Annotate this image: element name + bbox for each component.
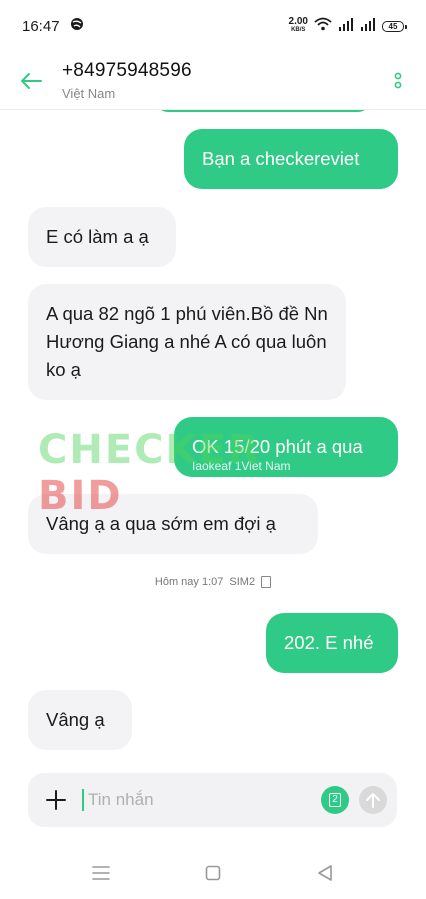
menu-icon (92, 865, 110, 880)
app-notification-icon (70, 17, 84, 35)
message-text: 202. E nhé (284, 632, 374, 653)
arrow-left-icon (21, 72, 42, 89)
message-input-wrap (82, 789, 321, 811)
back-button[interactable] (0, 52, 62, 110)
message-bubble-outgoing[interactable]: OK 15/20 phút a qua Iaokeaf 1Viet Nam (174, 417, 398, 477)
message-text: OK 15/20 phút a qua (192, 436, 363, 457)
message-subtext: Iaokeaf 1Viet Nam (192, 459, 291, 473)
message-text: Bạn a checkereviet (202, 148, 360, 169)
sim-select-button[interactable]: 2 (321, 786, 349, 814)
arrow-up-icon (366, 793, 380, 808)
square-icon (205, 865, 221, 880)
plus-icon (46, 790, 66, 810)
network-speed-unit: KB/S (291, 27, 306, 33)
conversation-header: +84975948596 Việt Nam (0, 52, 426, 110)
timestamp-sim: SIM2 (229, 576, 256, 588)
message-bubble-incoming[interactable]: A qua 82 ngõ 1 phú viên.Bồ đề Nn Hương G… (28, 284, 346, 400)
message-bubble-incoming[interactable]: Vâng ạ (28, 690, 132, 750)
message-bubble-outgoing[interactable]: 202. E nhé (266, 613, 398, 673)
message-thread[interactable]: Bạn a checkereviet E có làm a ạ A qua 82… (0, 110, 426, 770)
nav-home-button[interactable] (201, 861, 225, 885)
contact-info[interactable]: +84975948596 Việt Nam (62, 60, 370, 101)
text-cursor (82, 789, 84, 811)
status-time: 16:47 (22, 17, 60, 35)
signal-icon-2 (360, 17, 376, 35)
message-bubble-partial[interactable] (156, 110, 370, 112)
message-text: A qua 82 ngõ 1 phú viên.Bồ đề Nn Hương G… (46, 303, 328, 380)
message-bubble-incoming[interactable]: Vâng ạ a qua sớm em đợi ạ (28, 494, 318, 554)
triangle-back-icon (318, 864, 332, 881)
attach-button[interactable] (42, 786, 70, 814)
sim-label: 2 (329, 793, 341, 807)
signal-icon (338, 17, 354, 35)
status-left: 16:47 (22, 17, 84, 35)
nav-menu-button[interactable] (89, 861, 113, 885)
more-options-button[interactable] (370, 52, 426, 110)
status-right: 2.00 KB/S 45 (288, 16, 407, 35)
network-speed-value: 2.00 (288, 16, 308, 27)
status-bar: 16:47 2.00 KB/S 45 (0, 0, 426, 52)
nav-back-button[interactable] (313, 861, 337, 885)
timestamp-text: Hôm nay 1:07 (154, 576, 224, 588)
message-text: Vâng ạ a qua sớm em đợi ạ (46, 513, 276, 534)
message-input[interactable] (86, 789, 290, 811)
more-vertical-icon (394, 72, 402, 88)
message-timestamp: Hôm nay 1:07 SIM2 (0, 576, 426, 588)
message-text: Vâng ạ (46, 709, 105, 730)
sim-card-icon (261, 576, 272, 588)
wifi-icon (314, 17, 332, 35)
system-navigation-bar (0, 846, 426, 899)
message-bubble-outgoing[interactable]: Bạn a checkereviet (184, 129, 398, 189)
message-bubble-incoming[interactable]: E có làm a ạ (28, 207, 176, 267)
contact-number: +84975948596 (62, 60, 192, 81)
message-text: E có làm a ạ (46, 226, 149, 247)
battery-icon: 45 (382, 20, 407, 32)
send-button[interactable] (359, 786, 387, 814)
contact-country: Việt Nam (62, 86, 116, 101)
message-composer: 2 (28, 773, 397, 827)
network-speed: 2.00 KB/S (288, 16, 308, 34)
